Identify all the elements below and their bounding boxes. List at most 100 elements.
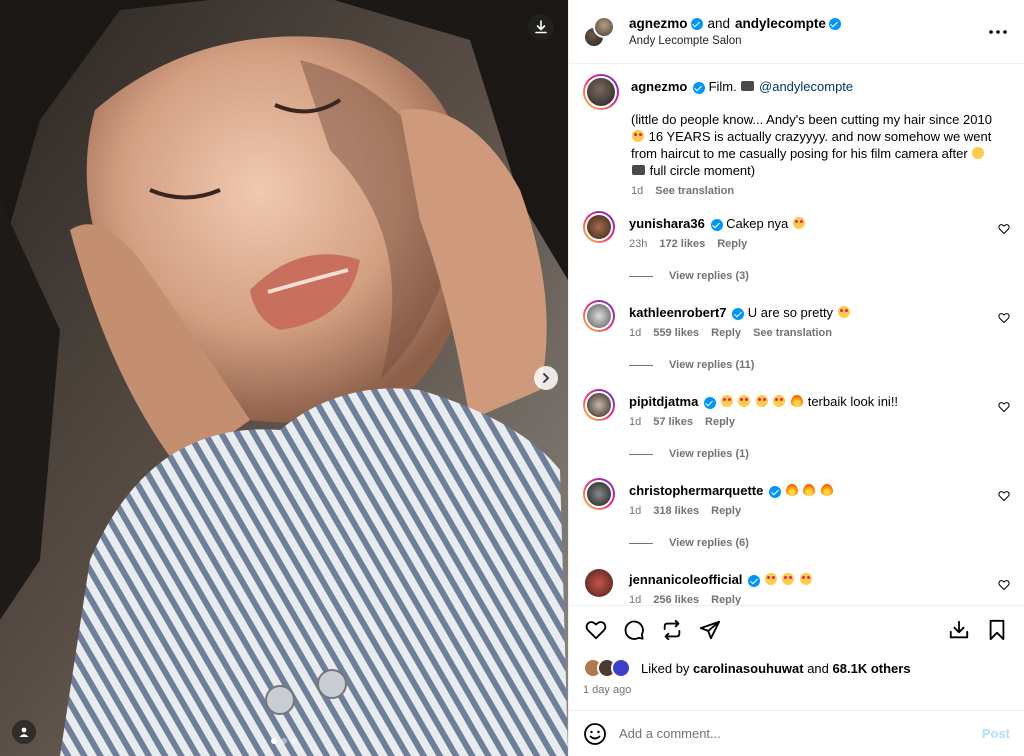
see-translation-link[interactable]: See translation: [753, 327, 832, 339]
tagged-users-button[interactable]: [12, 720, 36, 744]
avatar[interactable]: [583, 567, 615, 599]
action-bar: [583, 606, 1010, 654]
others-link[interactable]: 68.1K others: [833, 661, 911, 676]
emoji-icon: [720, 395, 733, 407]
like-button[interactable]: [583, 617, 609, 643]
like-comment-icon[interactable]: [998, 223, 1010, 235]
comment-time: 1d: [629, 594, 642, 605]
verified-icon: [690, 17, 703, 30]
comment-username[interactable]: jennanicoleofficial: [629, 572, 742, 587]
liked-by-user-link[interactable]: carolinasouhuwat: [693, 661, 804, 676]
reply-button[interactable]: Reply: [711, 327, 741, 339]
post-caption: agnezmo Film. @andylecompte (little do p…: [583, 74, 1010, 197]
view-replies-button[interactable]: View replies (1): [629, 448, 1010, 460]
comment-likes[interactable]: 559 likes: [653, 327, 699, 339]
comments-section[interactable]: agnezmo Film. @andylecompte (little do p…: [569, 64, 1024, 605]
reply-button[interactable]: Reply: [711, 594, 741, 605]
reply-button[interactable]: Reply: [711, 505, 741, 517]
download-tray-icon: [949, 620, 969, 639]
view-replies-button[interactable]: View replies (3): [629, 270, 1010, 282]
bookmark-icon: [989, 619, 1005, 641]
like-comment-icon[interactable]: [998, 490, 1010, 502]
emoji-icon: [799, 573, 812, 585]
next-media-button[interactable]: [534, 366, 558, 390]
avatar[interactable]: [583, 211, 615, 243]
divider: [629, 275, 653, 277]
more-horizontal-icon: [989, 29, 1007, 34]
avatar[interactable]: [583, 389, 615, 421]
username-link[interactable]: agnezmo: [629, 16, 688, 31]
share-button[interactable]: [697, 617, 723, 643]
save-button[interactable]: [984, 617, 1010, 643]
emoji-icon: [755, 395, 768, 407]
avatar: [593, 15, 615, 38]
comment-username[interactable]: yunishara36: [629, 216, 705, 231]
add-comment-bar: Post: [569, 710, 1024, 756]
emoji-icon: [738, 395, 751, 407]
like-comment-icon[interactable]: [998, 312, 1010, 324]
comment-meta: 1d 318 likes Reply: [629, 505, 984, 517]
download-button[interactable]: [528, 14, 554, 40]
liker-avatars[interactable]: [583, 658, 635, 678]
verified-icon: [769, 485, 781, 498]
fire-emoji-icon: [803, 484, 816, 496]
comment-text: Cakep nya: [726, 216, 789, 231]
avatar[interactable]: [583, 300, 615, 332]
verified-icon: [703, 396, 716, 409]
fire-emoji-icon: [791, 395, 804, 407]
post-header: agnezmo and andylecompte Andy Lecompte S…: [569, 0, 1024, 64]
repost-button[interactable]: [659, 617, 685, 643]
fire-emoji-icon: [785, 484, 798, 496]
view-replies-button[interactable]: View replies (6): [629, 537, 1010, 549]
mention-link[interactable]: @andylecompte: [759, 79, 853, 94]
comment-body: christophermarquette 1d 318 likes Reply: [629, 478, 1010, 517]
comment-likes[interactable]: 318 likes: [653, 505, 699, 517]
reply-button[interactable]: Reply: [705, 416, 735, 428]
avatar[interactable]: [583, 478, 615, 510]
reply-button[interactable]: Reply: [717, 238, 747, 250]
comment-username[interactable]: pipitdjatma: [629, 394, 698, 409]
see-translation-link[interactable]: See translation: [655, 185, 734, 197]
caption-time: 1d: [631, 185, 644, 197]
comment-username[interactable]: kathleenrobert7: [629, 305, 727, 320]
like-comment-icon[interactable]: [998, 401, 1010, 413]
comment-likes[interactable]: 256 likes: [653, 594, 699, 605]
repost-icon: [663, 619, 681, 641]
emoji-icon: [837, 306, 850, 318]
camera-emoji-icon: [632, 165, 645, 175]
view-replies-label: View replies (11): [669, 359, 755, 371]
username-link[interactable]: andylecompte: [735, 16, 826, 31]
caption-meta: 1d See translation: [631, 185, 1010, 197]
caption-username[interactable]: agnezmo: [631, 79, 687, 94]
verified-icon: [710, 218, 723, 231]
carousel-dot: [291, 738, 297, 744]
and-text: and: [707, 16, 731, 31]
comment-input[interactable]: [619, 726, 982, 741]
like-comment-icon[interactable]: [998, 579, 1010, 591]
comment-meta: 1d 57 likes Reply: [629, 416, 984, 428]
download-button[interactable]: [946, 617, 972, 643]
comment-button[interactable]: [621, 617, 647, 643]
caption-body: agnezmo Film. @andylecompte (little do p…: [631, 74, 1010, 197]
location-link[interactable]: Andy Lecompte Salon: [629, 35, 986, 47]
emoji-icon: [773, 395, 786, 407]
comment-time: 1d: [629, 505, 642, 517]
user-icon: [19, 727, 29, 737]
heart-icon: [585, 621, 607, 640]
comment-likes[interactable]: 57 likes: [653, 416, 693, 428]
collab-avatars[interactable]: [583, 15, 615, 48]
verified-icon: [732, 307, 745, 320]
comment-meta: 23h 172 likes Reply: [629, 238, 984, 250]
comment-likes[interactable]: 172 likes: [659, 238, 705, 250]
divider: [629, 453, 653, 455]
comment-username[interactable]: christophermarquette: [629, 483, 763, 498]
avatar[interactable]: [583, 74, 619, 110]
view-replies-button[interactable]: View replies (11): [629, 359, 1010, 371]
more-options-button[interactable]: [986, 20, 1010, 44]
divider: [629, 364, 653, 366]
emoji-picker-icon[interactable]: [583, 722, 607, 746]
post-time: 1 day ago: [583, 684, 632, 696]
post-comment-button[interactable]: Post: [982, 726, 1010, 741]
comment-icon: [624, 620, 644, 640]
post-actions: Liked by carolinasouhuwat and 68.1K othe…: [569, 605, 1024, 696]
